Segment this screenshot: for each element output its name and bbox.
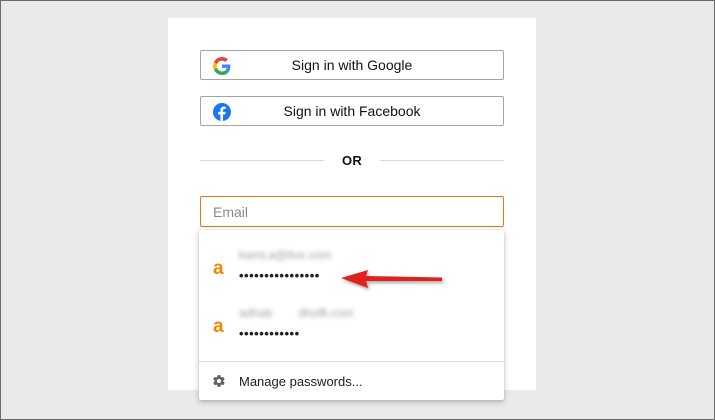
saved-password-mask: •••••••••••••••• xyxy=(239,268,320,283)
facebook-f-icon xyxy=(213,103,231,121)
dropdown-separator xyxy=(199,361,504,362)
password-autofill-dropdown: a kamLa@live.com •••••••••••••••• a adha… xyxy=(199,230,504,400)
sign-in-google-button[interactable]: Sign in with Google xyxy=(200,50,504,80)
or-divider: OR xyxy=(200,152,505,168)
divider-line-right xyxy=(380,159,505,161)
manage-passwords-item[interactable]: Manage passwords... xyxy=(199,368,504,396)
red-arrow-annotation xyxy=(341,270,442,288)
or-text: OR xyxy=(341,152,363,168)
saved-username: kamLa@live.com xyxy=(239,248,332,262)
email-input[interactable] xyxy=(200,196,504,227)
manage-passwords-label: Manage passwords... xyxy=(239,374,363,389)
amazon-a-icon: a xyxy=(213,258,224,279)
sign-in-facebook-label: Sign in with Facebook xyxy=(283,103,421,119)
saved-password-mask: •••••••••••• xyxy=(239,326,300,341)
divider-line-left xyxy=(200,159,324,161)
saved-username: adhab dhoffi.com xyxy=(239,306,354,320)
sign-in-facebook-button[interactable]: Sign in with Facebook xyxy=(200,96,504,126)
saved-credential-item[interactable]: a adhab dhoffi.com •••••••••••• xyxy=(199,296,504,354)
sign-in-google-label: Sign in with Google xyxy=(291,57,413,73)
google-g-icon xyxy=(213,57,231,75)
amazon-a-icon: a xyxy=(213,316,224,337)
gear-icon xyxy=(213,375,225,387)
